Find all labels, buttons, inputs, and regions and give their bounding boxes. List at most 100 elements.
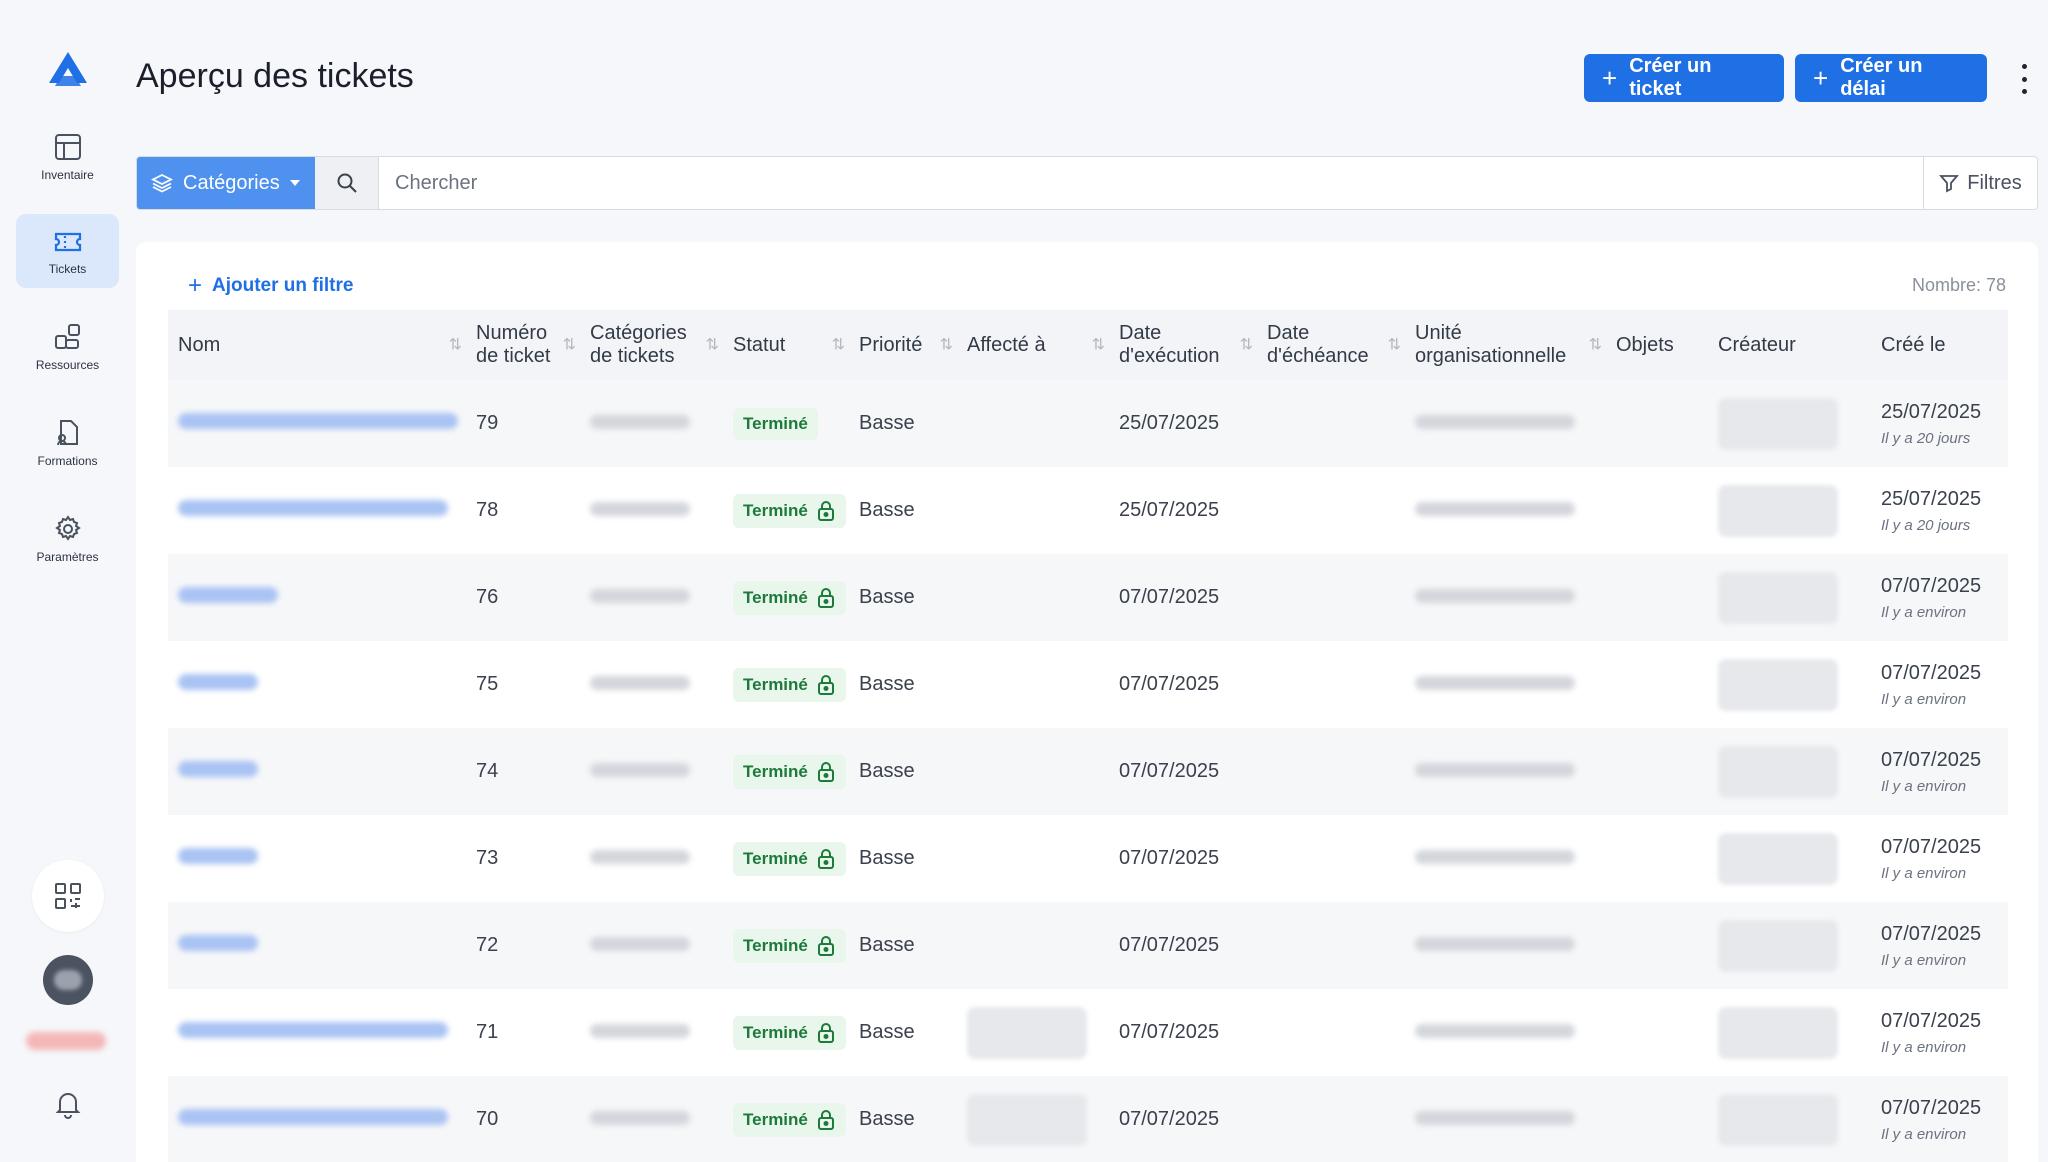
status-label: Terminé xyxy=(743,500,808,520)
table-row[interactable]: 70 Terminé Basse 07/07/2025 07/07/2025 Il y a… xyxy=(168,1076,2008,1162)
column-header[interactable]: Objets xyxy=(1606,310,1708,380)
table-row[interactable]: 74 Terminé Basse 07/07/2025 07/07/2025 Il y a… xyxy=(168,728,2008,815)
sort-icon[interactable]: ⇅ xyxy=(706,334,719,357)
cell-exec-date: 07/07/2025 xyxy=(1109,989,1257,1076)
sidebar-item-label: Ressources xyxy=(35,358,100,372)
cell-due-date xyxy=(1257,554,1405,641)
result-count: Nombre: 78 xyxy=(1911,275,2006,295)
cell-exec-date: 07/07/2025 xyxy=(1109,728,1257,815)
cell-created: 25/07/2025 Il y a 20 jours xyxy=(1871,380,2008,467)
cell-name[interactable] xyxy=(168,728,466,815)
cell-assigned xyxy=(957,728,1109,815)
add-filter-button[interactable]: + Ajouter un filtre xyxy=(188,272,353,300)
cell-status: Terminé xyxy=(723,467,849,554)
filters-label: Filtres xyxy=(1967,171,2022,194)
plus-icon: + xyxy=(1813,63,1829,93)
column-header-label: Catégories de tickets xyxy=(590,322,687,367)
column-header[interactable]: Nom ⇅ xyxy=(168,310,466,380)
sidebar-item-tickets[interactable]: Tickets xyxy=(16,214,119,288)
cell-priority: Basse xyxy=(849,554,957,641)
lock-icon xyxy=(817,500,834,521)
sort-icon[interactable]: ⇅ xyxy=(1589,334,1602,357)
table-row[interactable]: 76 Terminé Basse 07/07/2025 07/07/2025 Il y a… xyxy=(168,554,2008,641)
table-row[interactable]: 79 Terminé Basse 25/07/2025 25/07/2025 Il y a… xyxy=(168,380,2008,467)
cell-objects xyxy=(1606,902,1708,989)
user-avatar[interactable] xyxy=(43,955,93,1005)
search-icon[interactable] xyxy=(315,157,379,209)
table-row[interactable]: 72 Terminé Basse 07/07/2025 07/07/2025 Il y a… xyxy=(168,902,2008,989)
created-date: 07/07/2025 xyxy=(1881,1096,1982,1119)
sort-icon[interactable]: ⇅ xyxy=(1388,334,1401,357)
column-header[interactable]: Unité organisationnelle ⇅ xyxy=(1405,310,1606,380)
lock-icon xyxy=(817,761,834,782)
search-input[interactable] xyxy=(379,157,1923,209)
table-row[interactable]: 75 Terminé Basse 07/07/2025 07/07/2025 Il y a… xyxy=(168,641,2008,728)
column-header[interactable]: Créateur xyxy=(1708,310,1871,380)
table-row[interactable]: 78 Terminé Basse 25/07/2025 25/07/2025 Il y a… xyxy=(168,467,2008,554)
lock-icon xyxy=(817,1022,834,1043)
cell-name[interactable] xyxy=(168,380,466,467)
cell-status: Terminé xyxy=(723,1076,849,1162)
ticket-icon xyxy=(54,232,81,252)
cell-name[interactable] xyxy=(168,467,466,554)
column-header[interactable]: Affecté à ⇅ xyxy=(957,310,1109,380)
cell-created: 07/07/2025 Il y a environ xyxy=(1871,554,2008,641)
cell-name[interactable] xyxy=(168,902,466,989)
sidebar-item-label: Tickets xyxy=(48,262,87,276)
more-options-icon[interactable] xyxy=(2016,64,2032,94)
column-header-label: Objets xyxy=(1616,333,1674,356)
sort-icon[interactable]: ⇅ xyxy=(563,334,576,357)
sidebar-item-parametres[interactable]: Paramètres xyxy=(16,502,119,576)
cell-name[interactable] xyxy=(168,1076,466,1162)
qr-code-button[interactable] xyxy=(32,860,104,932)
filters-button[interactable]: Filtres xyxy=(1923,157,2037,209)
table-row[interactable]: 71 Terminé Basse 07/07/2025 07/07/2025 Il y a… xyxy=(168,989,2008,1076)
sort-icon[interactable]: ⇅ xyxy=(1092,334,1105,357)
cell-name[interactable] xyxy=(168,554,466,641)
table-row[interactable]: 73 Terminé Basse 07/07/2025 07/07/2025 Il y a… xyxy=(168,815,2008,902)
sidebar-item-ressources[interactable]: Ressources xyxy=(16,310,119,384)
cell-status: Terminé xyxy=(723,728,849,815)
cell-creator xyxy=(1708,641,1871,728)
cell-name[interactable] xyxy=(168,989,466,1076)
cell-number: 73 xyxy=(466,815,580,902)
column-header[interactable]: Date d'exécution ⇅ xyxy=(1109,310,1257,380)
cell-assigned xyxy=(957,380,1109,467)
column-header-label: Date d'échéance xyxy=(1267,322,1369,367)
created-relative: Il y a environ xyxy=(1881,951,1967,969)
cell-org-unit xyxy=(1405,902,1606,989)
column-header[interactable]: Date d'échéance ⇅ xyxy=(1257,310,1405,380)
column-header[interactable]: Priorité ⇅ xyxy=(849,310,957,380)
cell-name[interactable] xyxy=(168,641,466,728)
cell-due-date xyxy=(1257,728,1405,815)
cell-name[interactable] xyxy=(168,815,466,902)
create-delay-button[interactable]: + Créer un délai xyxy=(1795,54,1987,102)
cell-org-unit xyxy=(1405,467,1606,554)
sort-icon[interactable]: ⇅ xyxy=(832,334,845,357)
cell-category xyxy=(580,467,723,554)
status-badge: Terminé xyxy=(733,928,846,963)
sort-icon[interactable]: ⇅ xyxy=(940,334,953,357)
categories-dropdown[interactable]: Catégories xyxy=(137,157,315,209)
column-header[interactable]: Catégories de tickets ⇅ xyxy=(580,310,723,380)
plus-icon: + xyxy=(188,272,203,299)
sidebar-item-inventaire[interactable]: Inventaire xyxy=(16,120,119,194)
created-relative: Il y a 20 jours xyxy=(1881,429,1971,447)
column-header[interactable]: Créé le xyxy=(1871,310,2008,380)
cell-objects xyxy=(1606,467,1708,554)
cell-priority: Basse xyxy=(849,641,957,728)
cell-org-unit xyxy=(1405,641,1606,728)
create-ticket-button[interactable]: + Créer un ticket xyxy=(1584,54,1784,102)
cell-due-date xyxy=(1257,902,1405,989)
sort-icon[interactable]: ⇅ xyxy=(1240,334,1253,357)
created-relative: Il y a 20 jours xyxy=(1881,516,1971,534)
cell-priority: Basse xyxy=(849,467,957,554)
sidebar-item-formations[interactable]: Formations xyxy=(16,406,119,480)
sort-icon[interactable]: ⇅ xyxy=(449,334,462,357)
app-logo[interactable] xyxy=(47,50,89,90)
bell-icon[interactable] xyxy=(52,1088,84,1120)
cell-status: Terminé xyxy=(723,815,849,902)
column-header[interactable]: Numéro de ticket ⇅ xyxy=(466,310,580,380)
column-header[interactable]: Statut ⇅ xyxy=(723,310,849,380)
status-badge: Terminé xyxy=(733,754,846,789)
